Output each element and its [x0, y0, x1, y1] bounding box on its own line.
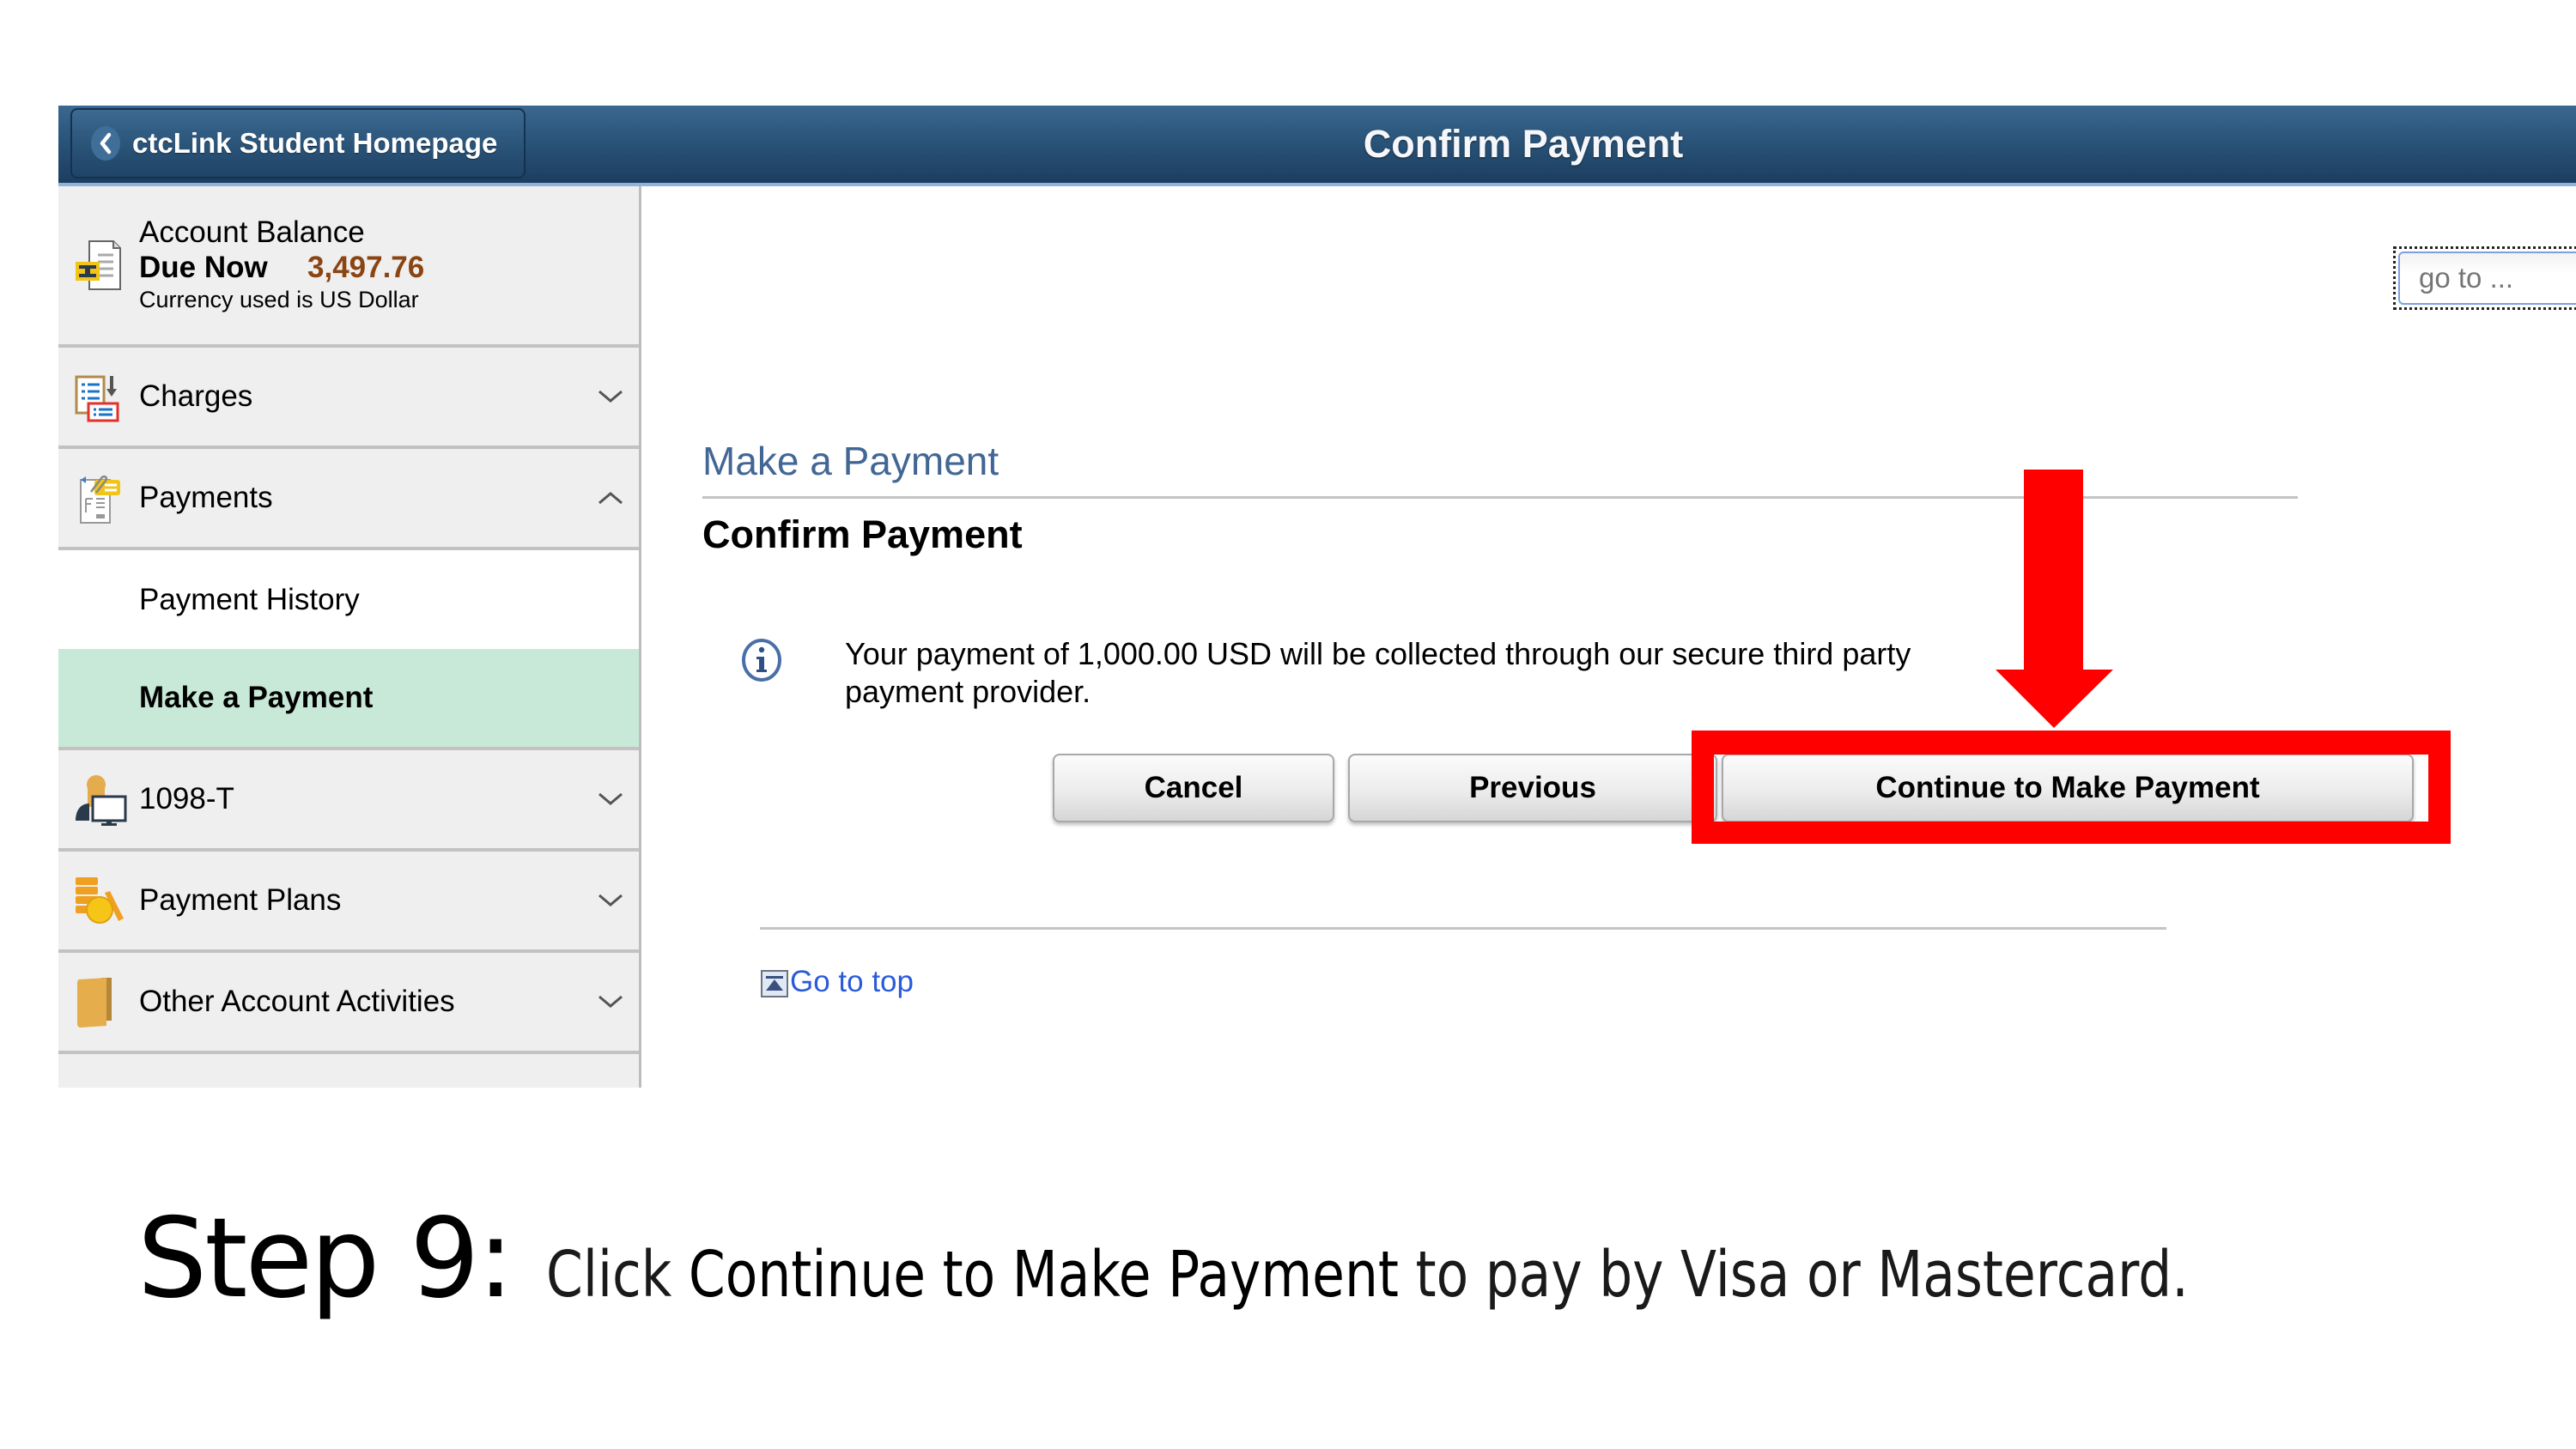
section-title: Make a Payment: [702, 439, 999, 483]
account-balance-summary[interactable]: Account Balance Due Now 3,497.76 Currenc…: [58, 186, 639, 348]
account-balance-icon: [74, 239, 124, 290]
go-to-top-icon: [761, 970, 788, 999]
tax-form-icon: [74, 773, 127, 826]
go-to-top-link[interactable]: Go to top: [761, 965, 914, 999]
step-number: Step 9:: [137, 1195, 514, 1323]
chevron-down-icon: [598, 893, 623, 908]
sidebar-subitem-label: Make a Payment: [139, 681, 374, 714]
sidebar-item-other-account-activities[interactable]: Other Account Activities: [58, 953, 639, 1054]
payments-icon: [74, 475, 124, 524]
chevron-down-icon: [598, 994, 623, 1009]
due-now-label: Due Now: [139, 251, 268, 284]
previous-button[interactable]: Previous: [1348, 754, 1717, 822]
app-header: ctcLink Student Homepage Confirm Payment: [58, 106, 2576, 186]
payment-plans-icon: [74, 876, 124, 925]
sidebar: Account Balance Due Now 3,497.76 Currenc…: [58, 186, 641, 1088]
sidebar-item-label: Payment Plans: [139, 883, 342, 917]
sidebar-subitem-make-a-payment[interactable]: Make a Payment: [58, 649, 639, 750]
back-button-label: ctcLink Student Homepage: [132, 127, 498, 159]
sidebar-item-label: Other Account Activities: [139, 985, 455, 1018]
sidebar-item-payment-plans[interactable]: Payment Plans: [58, 852, 639, 953]
instruction-suffix: to pay by Visa or Mastercard.: [1398, 1238, 2189, 1312]
content-divider: [760, 927, 2166, 930]
back-to-homepage-button[interactable]: ctcLink Student Homepage: [70, 108, 526, 179]
payment-info-message: Your payment of 1,000.00 USD will be col…: [845, 636, 1911, 709]
continue-to-make-payment-button[interactable]: Continue to Make Payment: [1722, 754, 2414, 822]
instruction-emphasis: Continue to Make Payment: [688, 1238, 1399, 1312]
info-icon: [740, 637, 783, 683]
sidebar-item-charges[interactable]: Charges: [58, 348, 639, 449]
chevron-down-icon: [598, 791, 623, 807]
cancel-button[interactable]: Cancel: [1053, 754, 1334, 822]
step-instruction: Click Continue to Make Payment to pay by…: [546, 1238, 2189, 1312]
step-caption: Step 9: Click Continue to Make Payment t…: [137, 1195, 2524, 1323]
go-to-top-label: Go to top: [790, 965, 914, 998]
sidebar-item-label: 1098-T: [139, 782, 234, 815]
goto-input[interactable]: [2398, 252, 2576, 305]
chevron-down-icon: [598, 389, 623, 404]
sub-title: Confirm Payment: [702, 512, 1023, 556]
account-balance-title: Account Balance: [139, 215, 365, 249]
sidebar-item-1098-t[interactable]: 1098-T: [58, 750, 639, 852]
due-now-amount: 3,497.76: [307, 251, 425, 284]
sidebar-item-label: Payments: [139, 481, 273, 514]
sidebar-item-payments[interactable]: Payments: [58, 449, 639, 550]
red-down-arrow-icon: [1992, 468, 2117, 730]
charges-icon: [74, 373, 124, 423]
instruction-prefix: Click: [545, 1238, 689, 1312]
currency-note: Currency used is US Dollar: [139, 287, 419, 312]
sidebar-subitem-label: Payment History: [139, 582, 360, 616]
folder-icon: [74, 976, 124, 1028]
sidebar-subitem-payment-history[interactable]: Payment History: [58, 550, 639, 649]
chevron-left-icon: [91, 126, 120, 161]
sidebar-item-label: Charges: [139, 379, 253, 413]
section-divider: [702, 496, 2298, 499]
goto-field-wrapper: [2393, 246, 2576, 310]
chevron-up-icon: [598, 490, 623, 506]
